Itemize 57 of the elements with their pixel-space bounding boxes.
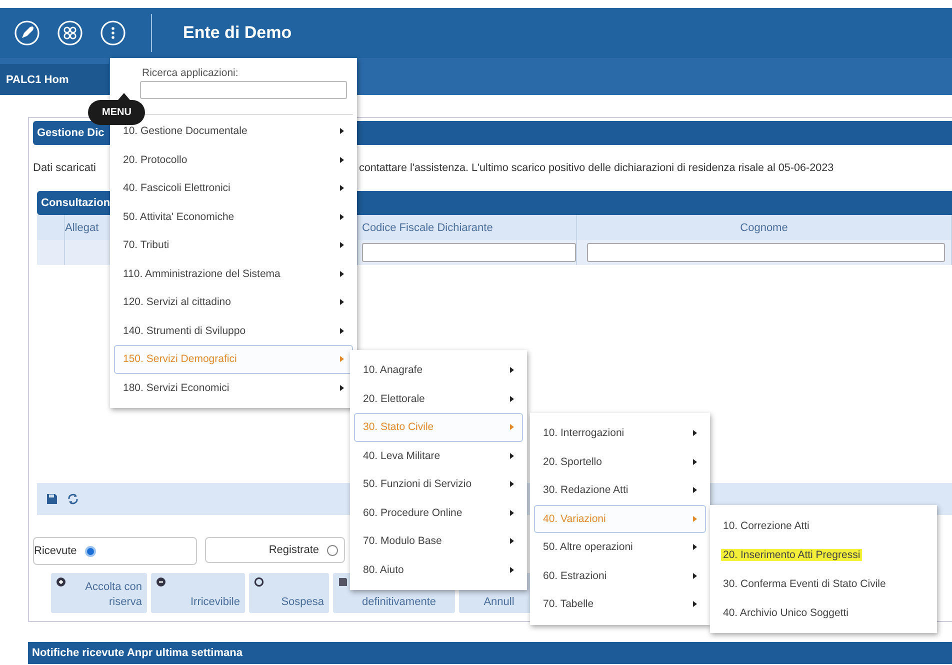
menu-item[interactable]: 10. Interrogazioni <box>534 419 706 448</box>
menu-item[interactable]: 20. Inserimento Atti Pregressi <box>714 540 933 569</box>
menu-dots-icon[interactable] <box>100 20 126 46</box>
menu-item[interactable]: 60. Procedure Online <box>354 498 523 527</box>
action-button[interactable]: Irricevibile <box>151 573 245 613</box>
ring-icon <box>254 577 264 587</box>
menu-item[interactable]: 70. Modulo Base <box>354 527 523 556</box>
menu-item[interactable]: 70. Tributi <box>114 231 353 260</box>
radio-label: Ricevute <box>34 545 77 557</box>
menu-item[interactable]: 50. Funzioni di Servizio <box>354 470 523 498</box>
menu-item[interactable]: 30. Redazione Atti <box>534 476 706 504</box>
menu-item[interactable]: 40. Leva Militare <box>354 442 523 470</box>
menu-item[interactable]: 110. Amministrazione del Sistema <box>114 260 353 288</box>
radio-option-box[interactable]: Ricevute <box>33 537 197 565</box>
menu-item[interactable]: 120. Servizi al cittadino <box>114 288 353 316</box>
menu-item[interactable]: 180. Servizi Economici <box>114 374 353 402</box>
menu-item[interactable]: 10. Correzione Atti <box>714 511 933 540</box>
radio-label: Registrate <box>268 544 319 556</box>
home-tab[interactable]: PALC1 Hom <box>0 64 109 95</box>
filter-field[interactable] <box>362 243 576 262</box>
filter-cell <box>37 240 65 265</box>
menu-item[interactable]: 50. Attivita' Economiche <box>114 202 353 231</box>
filter-field[interactable] <box>587 243 945 262</box>
plus-circle-icon <box>56 577 66 587</box>
menu-item[interactable]: 10. Anagrafe <box>354 356 523 384</box>
menu-item[interactable]: 50. Altre operazioni <box>534 533 706 562</box>
menu-item[interactable]: 40. Fascicoli Elettronici <box>114 174 353 202</box>
menu-item[interactable]: 20. Protocollo <box>114 146 353 174</box>
menu-item[interactable]: 40. Archivio Unico Soggetti <box>714 598 933 627</box>
panel-title: Gestione Dic <box>36 127 104 139</box>
search-label: Ricerca applicazioni: <box>141 66 240 81</box>
menu-item[interactable]: 20. Sportello <box>534 448 706 476</box>
action-button[interactable]: Sospesa <box>249 573 329 613</box>
notice-text: Dati scaricati <box>33 162 97 174</box>
app-title: Ente di Demo <box>183 23 292 43</box>
header-cell <box>37 215 65 240</box>
column-header: Codice Fiscale Dichiarante <box>358 215 577 240</box>
radio-button[interactable] <box>84 546 96 556</box>
notifications-title: Notifiche ricevute Anpr ultima settimana <box>31 647 242 659</box>
menu-tooltip: MENU <box>88 93 146 125</box>
save-icon[interactable] <box>46 493 58 505</box>
action-button[interactable]: Accolta con riserva <box>51 573 147 613</box>
minus-circle-icon <box>156 577 166 587</box>
menu-item[interactable]: 140. Strumenti di Sviluppo <box>114 316 353 345</box>
search-field[interactable] <box>140 81 347 99</box>
menu-item[interactable]: 20. Elettorale <box>354 384 523 413</box>
column-header: Allegat <box>65 215 111 240</box>
save-icon <box>338 577 348 587</box>
radio-button[interactable] <box>327 544 338 556</box>
notice-text: contattare l'assistenza. L'ultimo scarico positivo delle dichiarazioni di residenza risale al 05-06-2023 <box>359 162 834 174</box>
column-header: Cognome <box>577 215 952 240</box>
refresh-icon[interactable] <box>67 493 79 505</box>
grid-title: Consultazion <box>40 197 110 209</box>
menu-item[interactable]: 30. Conferma Eventi di Stato Civile <box>714 569 933 598</box>
apps-grid-icon[interactable] <box>57 20 83 46</box>
radio-option-box[interactable]: Registrate <box>205 537 345 563</box>
filter-cell <box>65 240 111 265</box>
